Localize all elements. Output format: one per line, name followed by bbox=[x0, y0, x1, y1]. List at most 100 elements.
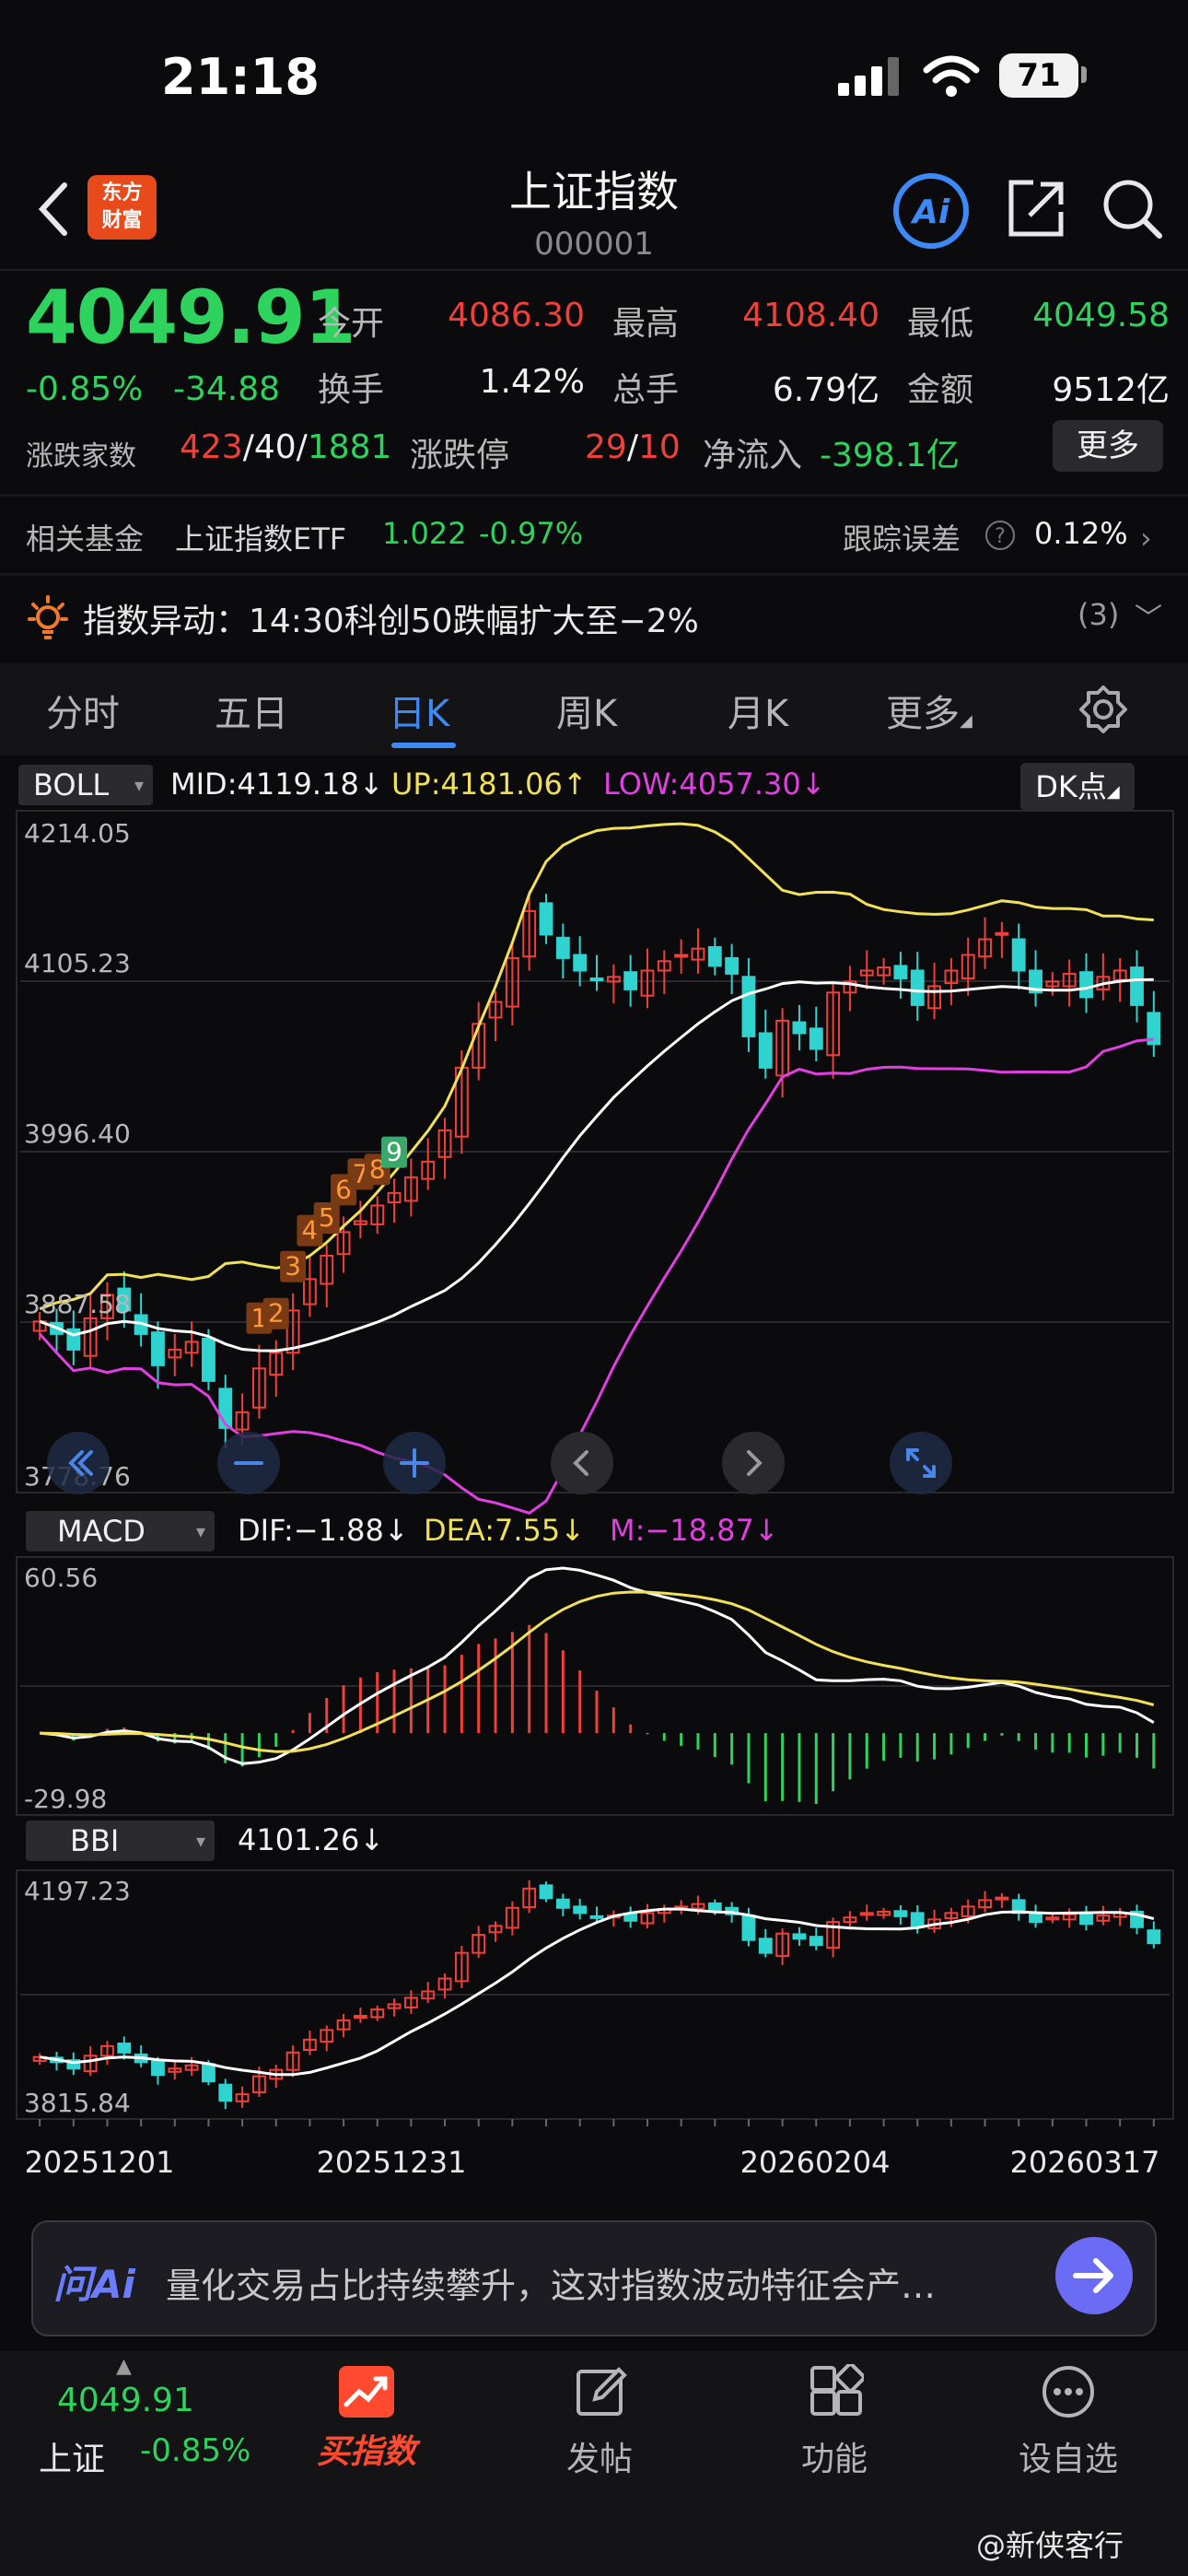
help-icon[interactable]: ? bbox=[985, 521, 1015, 550]
nav-index-price: 4049.91 bbox=[57, 2382, 194, 2419]
bbi-candle-body bbox=[741, 1914, 756, 1941]
market-alert-text[interactable]: 指数异动：14:30科创50跌幅扩大至−2% bbox=[83, 594, 699, 642]
watchlist-icon[interactable] bbox=[1041, 2364, 1096, 2419]
post-icon[interactable] bbox=[575, 2364, 630, 2419]
caret-down-icon: ▾ bbox=[134, 774, 144, 796]
macd-selector[interactable]: MACD ▾ bbox=[26, 1511, 215, 1551]
low-value: 4049.58 bbox=[1032, 297, 1170, 334]
sequence-label: 3 bbox=[285, 1251, 301, 1282]
tab-weekly-k[interactable]: 周K bbox=[556, 684, 617, 737]
fund-name[interactable]: 上证指数ETF bbox=[175, 516, 346, 558]
boll-mid: MID:4119.18↓ bbox=[170, 767, 384, 802]
active-tab-indicator bbox=[391, 743, 456, 748]
bbi-selector[interactable]: BBI ▾ bbox=[26, 1821, 215, 1861]
tab-more[interactable]: 更多◢ bbox=[886, 684, 973, 737]
nav-function[interactable]: 功能 bbox=[742, 2432, 926, 2480]
buy-index-icon[interactable] bbox=[337, 2364, 396, 2419]
rewind-icon bbox=[47, 1432, 110, 1494]
ask-ai-logo: 问Ai bbox=[53, 2262, 135, 2307]
macd-axis-label: -29.98 bbox=[24, 1784, 107, 1814]
tab-more-label: 更多 bbox=[886, 693, 960, 735]
ai-icon-label: Ai bbox=[910, 193, 950, 231]
candle-body bbox=[792, 1021, 807, 1035]
bbi-candle-body bbox=[117, 2043, 132, 2054]
bbi-candle-body bbox=[1079, 1913, 1093, 1926]
caret-down-icon: ▾ bbox=[195, 1520, 205, 1542]
current-price: 4049.91 bbox=[26, 275, 355, 360]
amount-label: 金额 bbox=[907, 371, 974, 409]
x-axis-date: 20260204 bbox=[740, 2145, 891, 2180]
bbi-candle-body bbox=[995, 1896, 1009, 1901]
high-label: 最高 bbox=[612, 305, 680, 343]
fullscreen-icon bbox=[890, 1432, 952, 1494]
candle-body bbox=[1130, 966, 1144, 1006]
battery-icon: 71 bbox=[999, 53, 1078, 98]
boll-selector[interactable]: BOLL ▾ bbox=[18, 765, 153, 805]
bbi-candle-body bbox=[589, 1914, 604, 1919]
candle-body bbox=[893, 965, 908, 979]
bbi-candle-body bbox=[555, 1898, 570, 1909]
nav-post[interactable]: 发帖 bbox=[507, 2432, 692, 2480]
tab-intraday[interactable]: 分时 bbox=[46, 684, 120, 737]
dk-point-button[interactable]: DK点◢ bbox=[1020, 763, 1135, 811]
ai-assistant-icon[interactable]: Ai bbox=[891, 171, 971, 251]
macd-axis-label: 60.56 bbox=[24, 1563, 98, 1593]
caret-up-icon[interactable]: ▲ bbox=[116, 2355, 132, 2378]
nav-index-name[interactable]: 上证 bbox=[39, 2432, 105, 2480]
turnover-value: 1.42% bbox=[479, 363, 585, 401]
nav-watchlist[interactable]: 设自选 bbox=[976, 2432, 1160, 2480]
turnover-label: 换手 bbox=[318, 371, 385, 409]
amount-value: 9512亿 bbox=[1052, 371, 1170, 409]
nav-buy-index[interactable]: 买指数 bbox=[274, 2425, 459, 2473]
y-axis-label: 4214.05 bbox=[24, 818, 131, 849]
tracking-error-label: 跟踪误差 bbox=[843, 521, 961, 556]
bbi-candle-body bbox=[218, 2083, 233, 2102]
tab-daily-k[interactable]: 日K bbox=[389, 684, 449, 737]
fund-change: -0.97% bbox=[479, 516, 584, 551]
macd-m: M:−18.87↓ bbox=[610, 1513, 779, 1548]
kline-chart[interactable]: 123456789 4214.054105.233996.403887.5837… bbox=[0, 755, 1188, 2211]
high-value: 4108.40 bbox=[742, 297, 879, 334]
candle-body bbox=[202, 1337, 215, 1382]
bbi-axis-label: 3815.84 bbox=[24, 2088, 131, 2118]
arrow-right-icon[interactable] bbox=[1055, 2237, 1133, 2314]
bbi-candle-body bbox=[573, 1905, 588, 1914]
breadth-up: 423 bbox=[180, 428, 243, 466]
tab-monthly-k[interactable]: 月K bbox=[728, 684, 788, 737]
chevron-down-icon[interactable]: ﹀ bbox=[1135, 595, 1162, 636]
fund-divider bbox=[0, 573, 1188, 576]
share-icon[interactable] bbox=[1004, 177, 1068, 241]
boll-upper-line bbox=[39, 822, 1154, 1311]
function-icon[interactable] bbox=[809, 2364, 864, 2419]
low-label: 最低 bbox=[907, 305, 974, 343]
dk-caret: ◢ bbox=[1106, 782, 1120, 802]
candle-body bbox=[995, 931, 1009, 936]
lightbulb-icon bbox=[28, 595, 68, 639]
candle-body bbox=[1011, 938, 1026, 972]
sequence-label: 2 bbox=[268, 1298, 285, 1329]
candle-body bbox=[910, 969, 925, 1006]
ai-suggested-question[interactable]: 量化交易占比持续攀升，这对指数波动特征会产… bbox=[166, 2257, 936, 2308]
chevron-right-icon[interactable]: › bbox=[1140, 521, 1152, 556]
settings-icon[interactable] bbox=[1077, 684, 1129, 735]
zoom-in-icon bbox=[383, 1432, 446, 1494]
limit-values: 29/10 bbox=[585, 428, 681, 466]
breadth-sep-2: / bbox=[296, 428, 308, 466]
search-icon[interactable] bbox=[1101, 177, 1165, 241]
change-amount: -34.88 bbox=[173, 370, 281, 408]
candle-body bbox=[707, 945, 722, 967]
netflow-label: 净流入 bbox=[703, 437, 803, 474]
breadth-flat: 40 bbox=[253, 428, 297, 466]
bbi-name: BBI bbox=[70, 1823, 120, 1858]
header-divider bbox=[0, 269, 1188, 271]
y-axis-label: 3887.58 bbox=[24, 1289, 131, 1319]
candle-body bbox=[741, 976, 756, 1037]
change-percent: -0.85% bbox=[26, 370, 144, 408]
pan-left-icon bbox=[551, 1432, 613, 1494]
tab-five-day[interactable]: 五日 bbox=[215, 684, 288, 737]
control-button bbox=[890, 1432, 952, 1494]
more-button[interactable]: 更多 bbox=[1053, 420, 1163, 472]
bbi-candle-body bbox=[1147, 1929, 1161, 1945]
dk-point-label: DK点 bbox=[1035, 769, 1107, 804]
bbi-candle-body bbox=[1029, 1912, 1042, 1924]
